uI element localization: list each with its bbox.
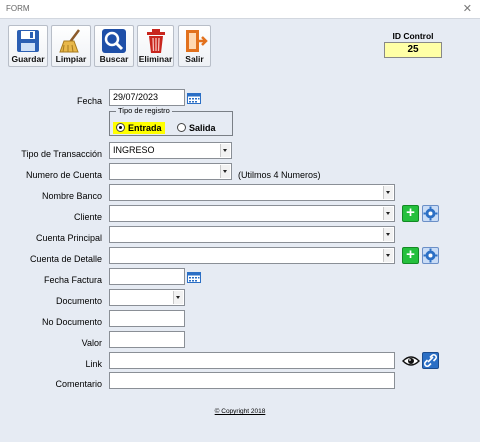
calendar-icon[interactable]	[187, 92, 201, 104]
fecha-input[interactable]: 29/07/2023	[109, 89, 185, 106]
broom-icon	[59, 29, 80, 53]
open-link-button[interactable]	[422, 352, 439, 369]
salida-radio[interactable]: Salida	[174, 122, 219, 134]
id-control-value: 25	[384, 42, 442, 58]
exit-door-icon	[185, 30, 208, 52]
limpiar-label: Limpiar	[55, 54, 87, 64]
salir-button[interactable]: Salir	[178, 25, 211, 67]
add-cuenta-detalle-button[interactable]: +	[402, 247, 419, 264]
id-control: ID Control 25	[384, 31, 442, 58]
salida-label: Salida	[189, 123, 216, 133]
valor-label: Valor	[81, 338, 102, 348]
chevron-down-icon[interactable]	[220, 144, 230, 157]
eliminar-label: Eliminar	[138, 54, 173, 64]
salir-label: Salir	[185, 54, 204, 64]
chevron-down-icon[interactable]	[383, 228, 393, 241]
search-icon	[102, 29, 126, 53]
cuenta-detalle-select[interactable]	[109, 247, 395, 264]
nombre-banco-label: Nombre Banco	[41, 191, 102, 201]
eye-icon[interactable]	[402, 354, 420, 368]
documento-label: Documento	[55, 296, 102, 306]
cuenta-detalle-settings-button[interactable]	[422, 247, 439, 264]
gear-icon	[423, 206, 438, 221]
link-input[interactable]	[109, 352, 395, 369]
calendar-icon[interactable]	[187, 271, 201, 283]
save-icon	[17, 30, 39, 52]
add-cliente-button[interactable]: +	[402, 205, 419, 222]
cuenta-principal-select[interactable]	[109, 226, 395, 243]
buscar-label: Buscar	[99, 54, 129, 64]
fecha-label: Fecha	[76, 96, 102, 106]
window-title: FORM	[6, 4, 30, 13]
guardar-label: Guardar	[11, 54, 45, 64]
chevron-down-icon[interactable]	[383, 207, 393, 220]
title-bar: FORM ✕	[0, 0, 480, 18]
cliente-select[interactable]	[109, 205, 395, 222]
copyright-link[interactable]: © Copyright 2018	[0, 408, 480, 415]
chevron-down-icon[interactable]	[220, 165, 230, 178]
link-icon	[424, 354, 437, 367]
entrada-label: Entrada	[128, 123, 162, 133]
tipo-transaccion-select[interactable]: INGRESO	[109, 142, 232, 159]
entrada-radio[interactable]: Entrada	[113, 122, 165, 134]
no-documento-label: No Documento	[41, 317, 102, 327]
tipo-registro-group: Tipo de registro Entrada Salida	[109, 106, 233, 136]
chevron-down-icon[interactable]	[173, 291, 183, 304]
no-documento-input[interactable]	[109, 310, 185, 327]
buscar-button[interactable]: Buscar	[94, 25, 134, 67]
radio-icon	[177, 123, 186, 132]
valor-input[interactable]	[109, 331, 185, 348]
numero-cuenta-label: Numero de Cuenta	[25, 170, 102, 180]
numero-cuenta-select[interactable]	[109, 163, 232, 180]
radio-selected-icon	[116, 123, 125, 132]
gear-icon	[423, 248, 438, 263]
cuenta-principal-label: Cuenta Principal	[35, 233, 102, 243]
comentario-label: Comentario	[55, 379, 102, 389]
limpiar-button[interactable]: Limpiar	[51, 25, 91, 67]
documento-select[interactable]	[109, 289, 185, 306]
chevron-down-icon[interactable]	[383, 249, 393, 262]
chevron-down-icon[interactable]	[383, 186, 393, 199]
tipo-transaccion-label: Tipo de Transacción	[21, 149, 102, 159]
fecha-factura-input[interactable]	[109, 268, 185, 285]
id-control-label: ID Control	[392, 31, 434, 41]
cuenta-detalle-label: Cuenta de Detalle	[29, 254, 102, 264]
fecha-factura-label: Fecha Factura	[43, 275, 102, 285]
comentario-input[interactable]	[109, 372, 395, 389]
eliminar-button[interactable]: Eliminar	[137, 25, 174, 67]
tipo-transaccion-value: INGRESO	[113, 145, 155, 155]
trash-icon	[146, 29, 165, 53]
link-label: Link	[85, 359, 102, 369]
tipo-registro-title: Tipo de registro	[116, 106, 172, 115]
nombre-banco-select[interactable]	[109, 184, 395, 201]
close-icon[interactable]: ✕	[463, 2, 472, 15]
cliente-label: Cliente	[73, 212, 102, 222]
cliente-settings-button[interactable]	[422, 205, 439, 222]
numero-cuenta-hint: (Utilmos 4 Numeros)	[238, 170, 321, 180]
guardar-button[interactable]: Guardar	[8, 25, 48, 67]
